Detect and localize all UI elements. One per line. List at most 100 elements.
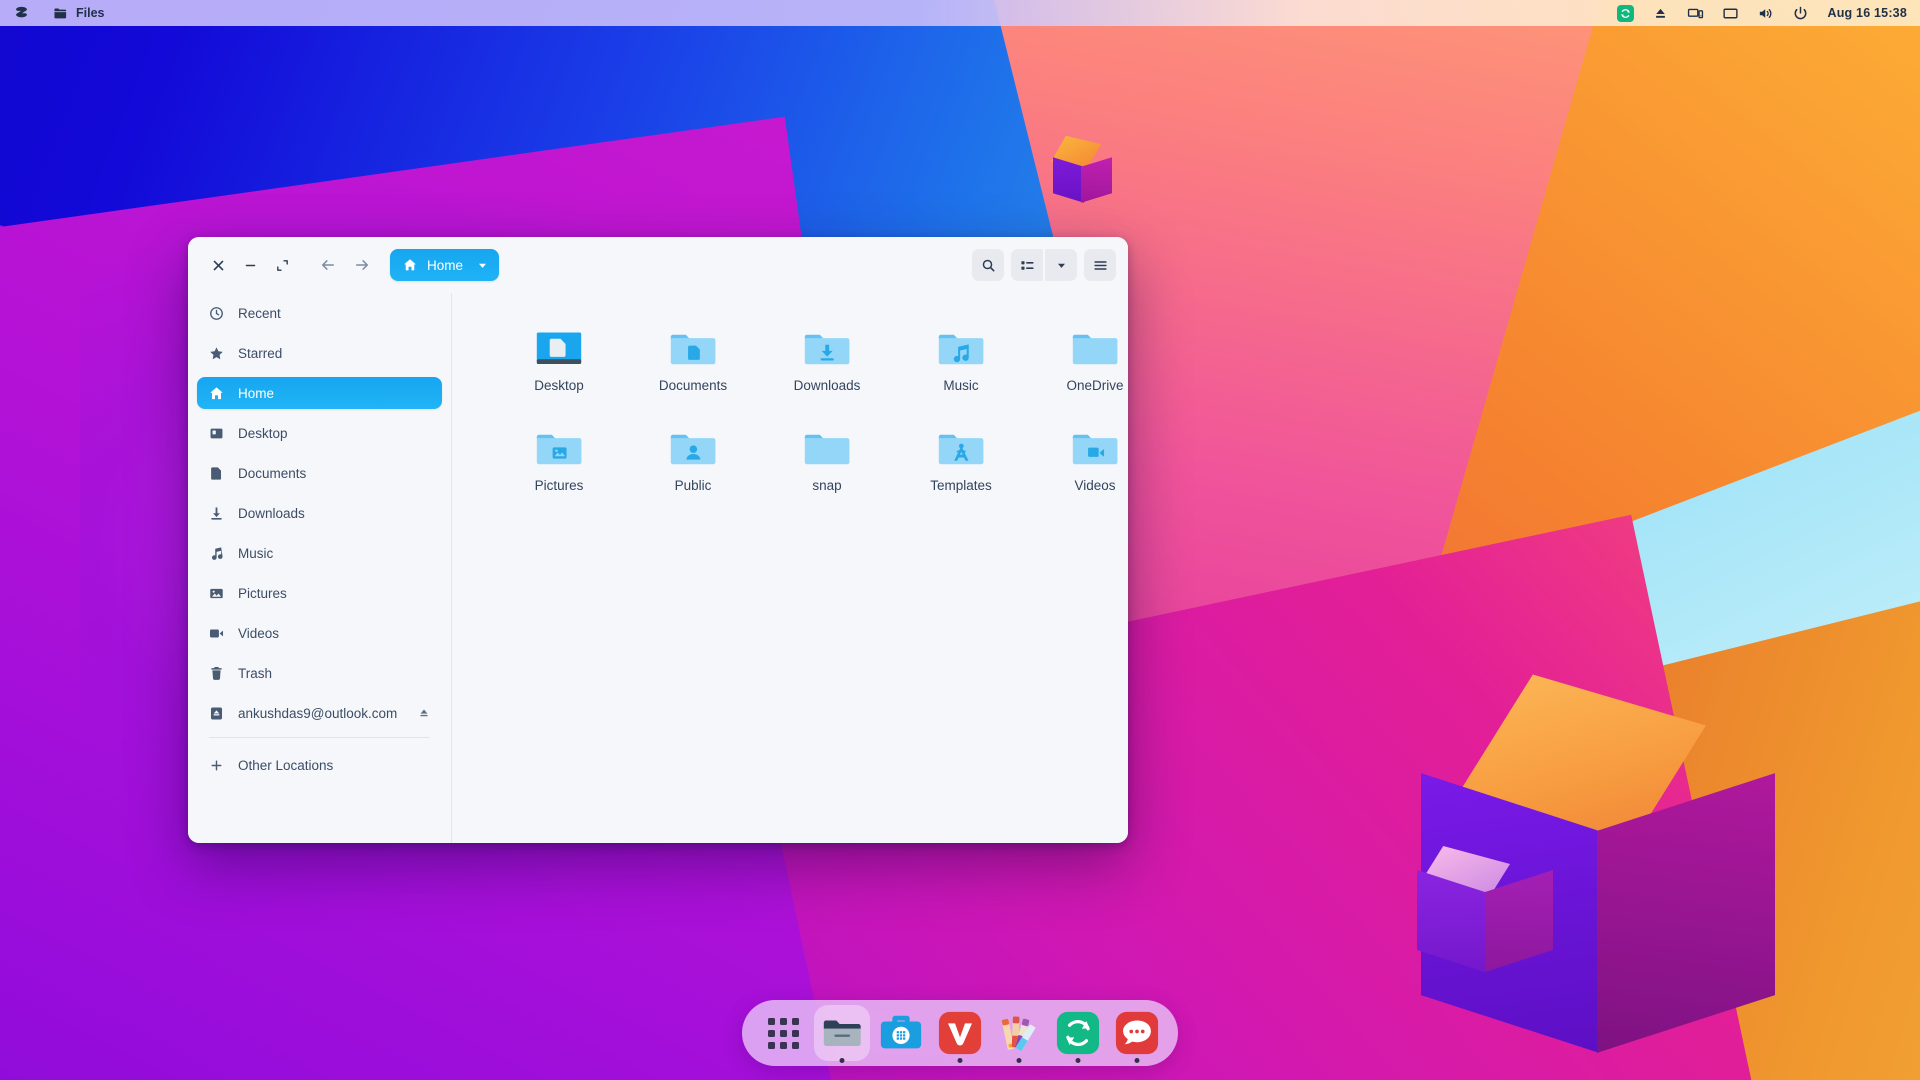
folder-icon-public: [662, 415, 724, 471]
sidebar-item-trash[interactable]: Trash: [197, 657, 442, 689]
nextcloud-sync-icon: [1621, 8, 1631, 18]
clock-icon: [208, 305, 225, 322]
sidebar-item-pictures[interactable]: Pictures: [197, 577, 442, 609]
folder-icon-downloads: [796, 315, 858, 371]
sidebar-item-starred[interactable]: Starred: [197, 337, 442, 369]
dock-item-nextcloud[interactable]: [1053, 1008, 1103, 1063]
panel-right-group: Aug 16 15:38: [1617, 4, 1920, 22]
sidebar-item-label: ankushdas9@outlook.com: [238, 705, 398, 721]
sidebar-item-label: Videos: [238, 625, 280, 641]
view-options-button[interactable]: [1045, 249, 1077, 281]
sidebar-item-label: Desktop: [238, 425, 288, 441]
dock-running-dot: [957, 1058, 963, 1063]
sidebar-item-music[interactable]: Music: [197, 537, 442, 569]
file-item-label: Videos: [1074, 478, 1116, 493]
file-item[interactable]: Pictures: [492, 407, 626, 503]
file-item-label: snap: [812, 478, 842, 493]
arrow-left-icon: [321, 260, 335, 270]
plus-icon: [208, 757, 225, 774]
dock-item-chat-app[interactable]: [1112, 1008, 1162, 1063]
file-item[interactable]: Videos: [1028, 407, 1128, 503]
sidebar-item-desktop[interactable]: Desktop: [197, 417, 442, 449]
toolbar-right: [972, 249, 1116, 281]
folder-icon-templates: [930, 415, 992, 471]
main-menu-button[interactable]: [1084, 249, 1116, 281]
power-tray-icon[interactable]: [1792, 5, 1809, 22]
search-button[interactable]: [972, 249, 1004, 281]
sidebar-item-mount[interactable]: ankushdas9@outlook.com: [197, 697, 442, 729]
sidebar-item-label: Downloads: [238, 505, 305, 521]
list-view-button[interactable]: [1011, 249, 1043, 281]
file-item[interactable]: snap: [760, 407, 894, 503]
folder-icon-music: [930, 315, 992, 371]
file-item-label: Documents: [658, 378, 728, 393]
display-tray-icon[interactable]: [1687, 5, 1704, 22]
dock-item-color-palette-app[interactable]: [994, 1008, 1044, 1063]
window-body: Recent Starred Home Desktop Documents Downloa…: [188, 293, 1128, 843]
files-icon: [823, 1020, 861, 1046]
file-item-label: Music: [943, 378, 979, 393]
arrow-right-icon: [355, 260, 369, 270]
nextcloud-icon: [1056, 1011, 1100, 1055]
search-icon: [982, 259, 994, 271]
file-item[interactable]: Downloads: [760, 307, 894, 403]
close-window-button[interactable]: [202, 249, 234, 281]
sidebar-item-label: Pictures: [238, 585, 287, 601]
maximize-window-button[interactable]: [266, 249, 298, 281]
drive-icon: [208, 705, 225, 722]
minimize-window-button[interactable]: [234, 249, 266, 281]
chevron-down-icon: [1057, 263, 1065, 268]
home-icon: [404, 259, 416, 271]
sidebar-item-other-locations[interactable]: Other Locations: [197, 749, 442, 781]
minimize-icon: [245, 264, 255, 266]
wallpaper-medium-cube: [1415, 845, 1553, 985]
document-icon: [208, 465, 225, 482]
star-icon: [208, 345, 225, 362]
dock-item-files[interactable]: [814, 1005, 870, 1063]
folder-icon-videos: [1064, 415, 1126, 471]
sidebar-places-list: Recent Starred Home Desktop Documents Downloa…: [197, 297, 442, 729]
eject-tray-icon[interactable]: [1652, 5, 1669, 22]
dock-running-dot: [839, 1058, 845, 1063]
folder-icon-documents: [662, 315, 724, 371]
file-item[interactable]: Music: [894, 307, 1028, 403]
dock-running-dot: [1016, 1058, 1022, 1063]
file-item[interactable]: OneDrive: [1028, 307, 1128, 403]
panel-clock[interactable]: Aug 16 15:38: [1827, 6, 1907, 20]
sidebar-item-videos[interactable]: Videos: [197, 617, 442, 649]
sidebar-item-recent[interactable]: Recent: [197, 297, 442, 329]
screen-tray-icon[interactable]: [1722, 5, 1739, 22]
file-item[interactable]: Templates: [894, 407, 1028, 503]
file-item[interactable]: Desktop: [492, 307, 626, 403]
dock-item-show-applications[interactable]: [758, 1008, 808, 1058]
zorin-menu-button[interactable]: [9, 3, 34, 24]
grid-icon: [767, 1017, 799, 1049]
sidebar-item-home[interactable]: Home: [197, 377, 442, 409]
dock-item-software[interactable]: [876, 1008, 926, 1058]
sidebar-item-label: Home: [238, 385, 275, 401]
panel-app-indicator[interactable]: Files: [48, 3, 109, 24]
path-bar-caret[interactable]: [472, 259, 493, 272]
file-item[interactable]: Documents: [626, 307, 760, 403]
forward-button[interactable]: [346, 249, 378, 281]
file-list-area[interactable]: Desktop Documents Downloads Music OneDrive Pi…: [452, 293, 1128, 843]
nextcloud-tray-icon[interactable]: [1617, 4, 1635, 22]
chevron-down-icon: [478, 263, 487, 268]
file-item[interactable]: Public: [626, 407, 760, 503]
files-folder-icon: [54, 8, 67, 18]
volume-tray-icon[interactable]: [1757, 5, 1774, 22]
path-bar-home[interactable]: Home: [390, 249, 500, 281]
folder-icon-pictures: [528, 415, 590, 471]
panel-left-group: Files: [0, 3, 109, 24]
sidebar-item-documents[interactable]: Documents: [197, 457, 442, 489]
sidebar-item-downloads[interactable]: Downloads: [197, 497, 442, 529]
eject-icon[interactable]: [416, 706, 431, 721]
dock-running-dot: [1075, 1058, 1081, 1063]
sidebar-item-label: Documents: [238, 465, 307, 481]
dock-item-vivaldi[interactable]: [935, 1008, 985, 1063]
dock: [742, 1000, 1178, 1066]
file-item-label: Pictures: [534, 478, 584, 493]
back-button[interactable]: [312, 249, 344, 281]
maximize-icon: [276, 259, 288, 271]
file-item-label: Templates: [930, 478, 992, 493]
